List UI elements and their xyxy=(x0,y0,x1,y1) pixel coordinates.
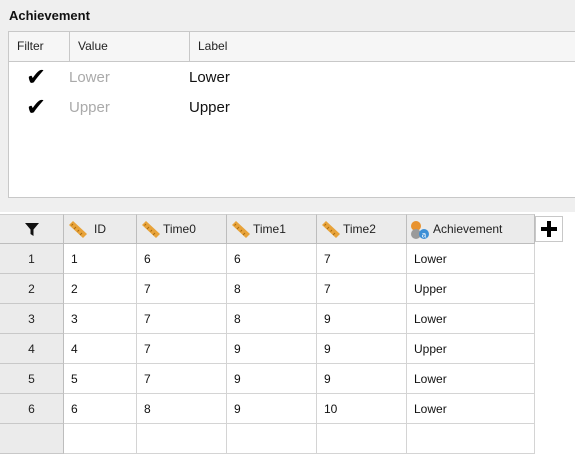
cell-time2[interactable] xyxy=(317,424,407,454)
row-number[interactable]: 1 xyxy=(0,244,64,274)
cell-time0[interactable]: 7 xyxy=(137,364,227,394)
cell-time1[interactable] xyxy=(227,424,317,454)
continuous-ruler-icon xyxy=(232,221,250,238)
add-column-button[interactable] xyxy=(535,216,563,242)
cell-time2[interactable]: 9 xyxy=(317,334,407,364)
panel-title: Achievement xyxy=(9,8,90,23)
filter-checkmark-icon[interactable]: ✔ xyxy=(26,95,46,121)
header-label: Label xyxy=(198,39,228,53)
levels-header: Filter Value Label xyxy=(9,32,575,62)
data-grid: ID Time0 Time1 Time2 a Achievement 1 1 6… xyxy=(0,214,575,454)
cell-achievement[interactable]: Upper xyxy=(407,334,535,364)
cell-achievement[interactable]: Upper xyxy=(407,274,535,304)
cell-time0[interactable]: 7 xyxy=(137,274,227,304)
cell-achievement[interactable]: Lower xyxy=(407,304,535,334)
cell-time0[interactable]: 8 xyxy=(137,394,227,424)
row-number[interactable]: 5 xyxy=(0,364,64,394)
cell-time0[interactable] xyxy=(137,424,227,454)
row-number[interactable]: 2 xyxy=(0,274,64,304)
cell-achievement[interactable]: Lower xyxy=(407,394,535,424)
levels-table: Filter Value Label ✔ Lower Lower ✔ Upper… xyxy=(8,31,575,198)
row-number[interactable]: 6 xyxy=(0,394,64,424)
level-value: Upper xyxy=(69,99,110,116)
filter-checkmark-icon[interactable]: ✔ xyxy=(26,65,46,91)
header-value: Value xyxy=(70,32,190,61)
filter-funnel-icon[interactable] xyxy=(25,223,39,237)
cell-time1[interactable]: 6 xyxy=(227,244,317,274)
levels-panel: Achievement Filter Value Label ✔ Lower L… xyxy=(0,0,575,212)
level-label[interactable]: Lower xyxy=(189,69,230,86)
column-header-label: ID xyxy=(94,222,106,236)
column-header-label: Time0 xyxy=(163,222,196,236)
continuous-ruler-icon xyxy=(142,221,160,238)
cell-id[interactable]: 3 xyxy=(64,304,137,334)
column-header-time2[interactable]: Time2 xyxy=(317,214,407,244)
level-row-lower[interactable]: ✔ Lower Lower xyxy=(9,63,575,93)
column-header-achievement[interactable]: a Achievement xyxy=(407,214,535,244)
cell-id[interactable]: 4 xyxy=(64,334,137,364)
cell-time2[interactable]: 9 xyxy=(317,364,407,394)
cell-id[interactable]: 1 xyxy=(64,244,137,274)
cell-time1[interactable]: 8 xyxy=(227,274,317,304)
header-filter: Filter xyxy=(9,32,70,61)
cell-time1[interactable]: 9 xyxy=(227,394,317,424)
cell-time2[interactable]: 9 xyxy=(317,304,407,334)
column-header-label: Time1 xyxy=(253,222,286,236)
plus-icon xyxy=(541,221,557,237)
filter-header-cell[interactable] xyxy=(0,214,64,244)
column-header-id[interactable]: ID xyxy=(64,214,137,244)
nominal-variable-icon: a xyxy=(411,221,429,240)
row-number[interactable] xyxy=(0,424,64,454)
cell-time2[interactable]: 7 xyxy=(317,244,407,274)
level-value: Lower xyxy=(69,69,110,86)
cell-time1[interactable]: 9 xyxy=(227,334,317,364)
cell-time1[interactable]: 8 xyxy=(227,304,317,334)
continuous-ruler-icon xyxy=(322,221,340,238)
continuous-ruler-icon xyxy=(69,221,87,238)
row-number[interactable]: 3 xyxy=(0,304,64,334)
cell-id[interactable]: 6 xyxy=(64,394,137,424)
cell-achievement[interactable]: Lower xyxy=(407,364,535,394)
cell-time0[interactable]: 7 xyxy=(137,304,227,334)
cell-id[interactable] xyxy=(64,424,137,454)
level-label[interactable]: Upper xyxy=(189,99,230,116)
cell-id[interactable]: 5 xyxy=(64,364,137,394)
level-row-upper[interactable]: ✔ Upper Upper xyxy=(9,93,575,123)
column-header-time0[interactable]: Time0 xyxy=(137,214,227,244)
cell-time0[interactable]: 6 xyxy=(137,244,227,274)
cell-id[interactable]: 2 xyxy=(64,274,137,304)
svg-text:a: a xyxy=(422,231,427,240)
column-header-label: Achievement xyxy=(433,222,503,236)
column-header-label: Time2 xyxy=(343,222,376,236)
column-header-time1[interactable]: Time1 xyxy=(227,214,317,244)
cell-achievement[interactable]: Lower xyxy=(407,244,535,274)
cell-achievement[interactable] xyxy=(407,424,535,454)
cell-time0[interactable]: 7 xyxy=(137,334,227,364)
cell-time1[interactable]: 9 xyxy=(227,364,317,394)
cell-time2[interactable]: 10 xyxy=(317,394,407,424)
cell-time2[interactable]: 7 xyxy=(317,274,407,304)
row-number[interactable]: 4 xyxy=(0,334,64,364)
